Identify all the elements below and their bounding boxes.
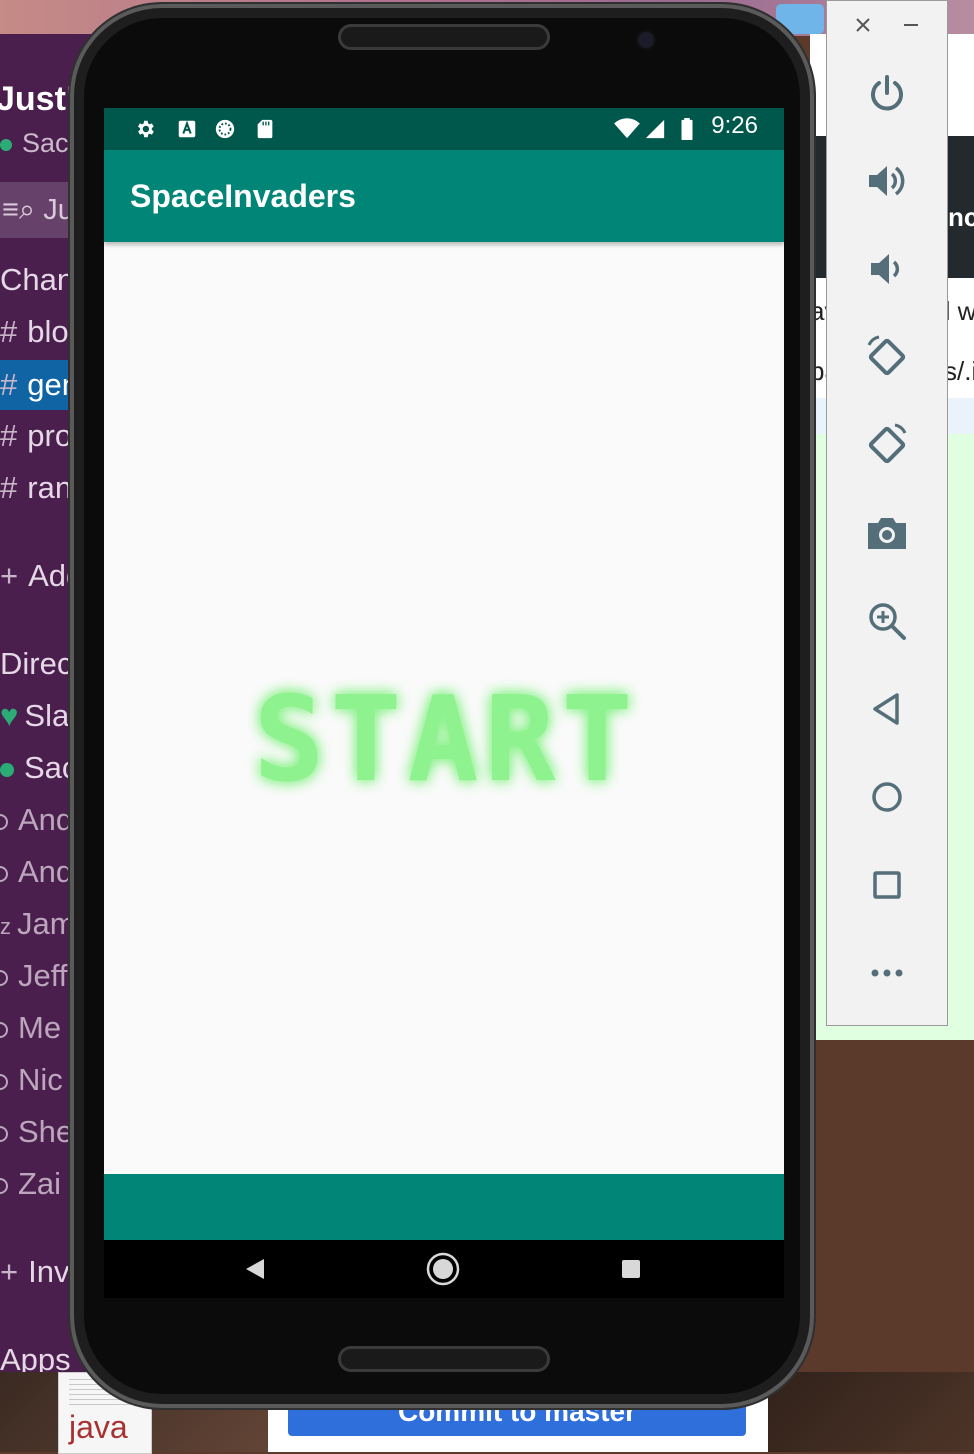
offline-dot-icon xyxy=(0,1125,8,1142)
navigation-bar xyxy=(104,1240,784,1298)
more-icon[interactable] xyxy=(865,951,909,995)
volume-up-icon[interactable] xyxy=(865,159,909,203)
dm-item[interactable]: Jeff xyxy=(0,958,67,994)
bottom-speaker xyxy=(338,1346,550,1372)
overview-icon[interactable] xyxy=(865,863,909,907)
hash-icon: # xyxy=(0,314,18,349)
status-bar: 9:26 xyxy=(104,108,784,150)
close-icon[interactable] xyxy=(851,13,875,37)
keyboard-a-icon xyxy=(178,120,196,138)
start-text: START xyxy=(253,670,638,808)
heart-icon: ♥ xyxy=(0,698,19,733)
channel-item[interactable]: # ran xyxy=(0,470,72,506)
settings-icon xyxy=(138,120,154,138)
user-status[interactable]: Sacl xyxy=(0,128,75,159)
clock: 9:26 xyxy=(711,112,758,139)
hash-icon: # xyxy=(0,367,18,402)
home-icon[interactable] xyxy=(865,775,909,819)
signal-icon xyxy=(645,119,665,139)
zoom-icon[interactable] xyxy=(865,599,909,643)
dm-item[interactable]: And xyxy=(0,802,73,838)
away-zzz-icon: z xyxy=(0,914,11,939)
jump-icon: ≡⌕ xyxy=(2,194,36,226)
online-dot-icon xyxy=(0,762,14,777)
text-fragment: s/.i xyxy=(944,356,974,386)
phone-frame: 9:26 SpaceInvaders START xyxy=(70,4,814,1408)
invite-button[interactable]: + Invi xyxy=(0,1254,76,1290)
back-nav-icon[interactable] xyxy=(244,1258,266,1280)
back-icon[interactable] xyxy=(865,687,909,731)
app-bar: SpaceInvaders xyxy=(104,150,784,242)
plus-icon: + xyxy=(0,558,19,593)
start-label: START xyxy=(253,672,638,808)
hash-icon: # xyxy=(0,418,18,453)
power-icon[interactable] xyxy=(865,71,909,115)
game-canvas[interactable]: START xyxy=(104,242,784,1174)
dm-item[interactable]: Nic xyxy=(0,1062,63,1098)
phone-screen[interactable]: 9:26 SpaceInvaders START xyxy=(104,108,784,1298)
offline-dot-icon xyxy=(0,1177,8,1194)
dm-item[interactable]: Sac xyxy=(0,750,77,786)
home-nav-icon[interactable] xyxy=(426,1252,460,1286)
minimize-icon[interactable] xyxy=(899,13,923,37)
volume-down-icon[interactable] xyxy=(865,247,909,291)
recents-nav-icon[interactable] xyxy=(620,1258,642,1280)
dm-item[interactable]: Me xyxy=(0,1010,61,1046)
front-camera xyxy=(638,32,654,48)
wifi-icon xyxy=(614,118,640,139)
start-button[interactable]: START xyxy=(216,670,676,812)
emulator-toolbar xyxy=(826,0,948,1026)
rotate-right-icon[interactable] xyxy=(865,423,909,467)
offline-dot-icon xyxy=(0,1021,8,1038)
sync-icon xyxy=(215,119,235,139)
channel-item[interactable]: # blo xyxy=(0,314,69,350)
dm-item[interactable]: z Jam xyxy=(0,906,76,942)
dm-header[interactable]: Direct xyxy=(0,646,81,682)
sd-card-icon xyxy=(257,119,273,139)
file-extension: java xyxy=(69,1409,128,1445)
battery-icon xyxy=(681,118,693,140)
offline-dot-icon xyxy=(0,865,8,882)
online-dot-icon xyxy=(0,138,12,151)
offline-dot-icon xyxy=(0,1073,8,1090)
camera-icon[interactable] xyxy=(865,511,909,555)
app-title: SpaceInvaders xyxy=(130,178,356,214)
offline-dot-icon xyxy=(0,969,8,986)
dm-item[interactable]: She xyxy=(0,1114,73,1150)
bottom-bar xyxy=(104,1174,784,1240)
offline-dot-icon xyxy=(0,813,8,830)
text-fragment: nc xyxy=(948,202,974,232)
rotate-left-icon[interactable] xyxy=(865,335,909,379)
apps-header[interactable]: Apps xyxy=(0,1342,71,1374)
top-speaker xyxy=(338,24,550,50)
plus-icon: + xyxy=(0,1254,19,1289)
channel-item[interactable]: # pro xyxy=(0,418,72,454)
dm-item[interactable]: And xyxy=(0,854,73,890)
dm-item[interactable]: Zai xyxy=(0,1166,61,1202)
hash-icon: # xyxy=(0,470,18,505)
